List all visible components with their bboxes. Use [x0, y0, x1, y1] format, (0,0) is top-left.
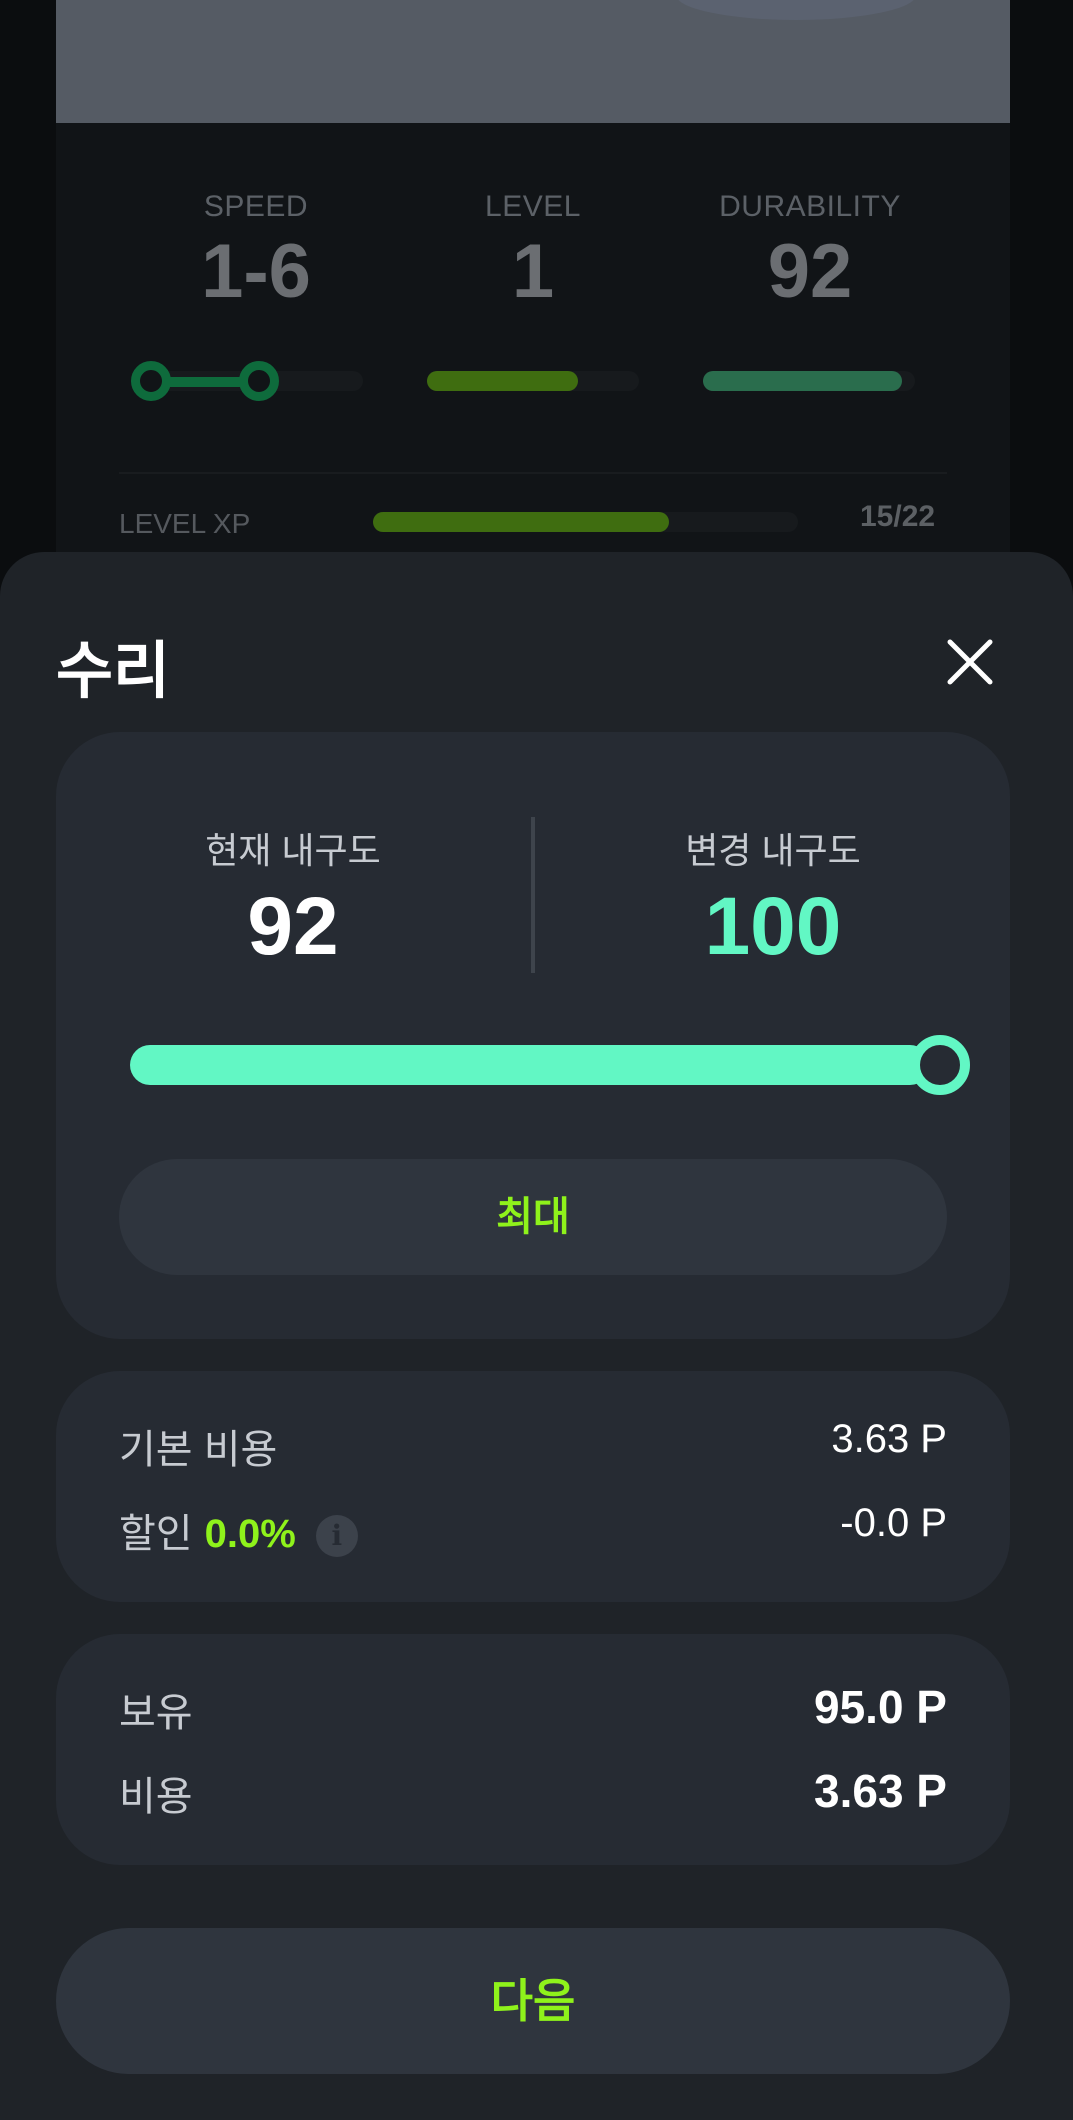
speed-max-knob: [239, 361, 279, 401]
cost-value: 3.63 P: [814, 1765, 947, 1817]
new-durability-value: 100: [704, 881, 842, 972]
stat-durability: DURABILITY 92: [700, 190, 920, 310]
base-cost-label: 기본 비용: [119, 1428, 278, 1472]
level-bar: [427, 371, 639, 391]
info-icon[interactable]: i: [315, 1515, 358, 1558]
max-button[interactable]: 최대: [119, 1159, 947, 1275]
stat-speed-label: SPEED: [203, 190, 309, 223]
current-durability-value: 92: [247, 881, 339, 972]
stat-durability-label: DURABILITY: [719, 190, 901, 223]
stat-level: LEVEL 1: [423, 190, 643, 310]
balance-panel: 보유 95.0 P 비용 3.63 P: [56, 1634, 1010, 1865]
owned-label: 보유: [119, 1691, 193, 1735]
new-durability: 변경 내구도 100: [623, 822, 923, 968]
cost-panel: 기본 비용 3.63 P 할인 0.0% i -0.0 P: [56, 1371, 1010, 1602]
durability-divider: [531, 817, 535, 973]
background-page: SPEED 1-6 LEVEL 1 DURABILITY 92 LEVEL XP…: [0, 0, 1073, 600]
current-durability-label: 현재 내구도: [205, 830, 381, 871]
discount-value: -0.0 P: [840, 1501, 947, 1545]
base-cost-row: 기본 비용 3.63 P: [119, 1417, 947, 1472]
discount-row: 할인 0.0% i -0.0 P: [119, 1501, 947, 1558]
divider: [119, 472, 947, 474]
close-button[interactable]: [940, 632, 1000, 692]
durability-slider-thumb[interactable]: [910, 1035, 970, 1095]
repair-sheet: 수리 현재 내구도 92 변경 내구도 100 최대 기본 비용 3.63 P …: [0, 552, 1073, 2120]
discount-label-group: 할인 0.0% i: [119, 1501, 358, 1559]
cost-label: 비용: [119, 1775, 193, 1819]
stat-speed-value: 1-6: [201, 229, 311, 314]
level-xp-bar-fill: [373, 512, 669, 532]
durability-bar: [703, 371, 915, 391]
owned-value: 95.0 P: [814, 1681, 947, 1733]
speed-min-knob: [131, 361, 171, 401]
speed-range-bar: [131, 361, 363, 401]
level-xp-value: 15/22: [860, 500, 936, 533]
new-durability-label: 변경 내구도: [685, 830, 861, 871]
durability-panel: 현재 내구도 92 변경 내구도 100 최대: [56, 732, 1010, 1339]
next-button[interactable]: 다음: [56, 1928, 1010, 2074]
durability-bar-fill: [703, 371, 902, 391]
level-xp-bar: [373, 512, 798, 532]
close-icon: [947, 639, 993, 685]
discount-percent: 0.0%: [204, 1512, 296, 1556]
stat-level-value: 1: [511, 229, 555, 314]
discount-label: 할인: [119, 1512, 193, 1556]
stat-speed: SPEED 1-6: [146, 190, 366, 310]
owned-row: 보유 95.0 P: [119, 1680, 947, 1735]
level-xp-label: LEVEL XP: [119, 508, 251, 539]
base-cost-value: 3.63 P: [831, 1417, 947, 1461]
stat-durability-value: 92: [767, 229, 853, 314]
stat-level-label: LEVEL: [485, 190, 581, 223]
item-image: [56, 0, 1010, 123]
durability-slider[interactable]: [130, 1045, 930, 1085]
current-durability: 현재 내구도 92: [143, 822, 443, 968]
sheet-title: 수리: [56, 637, 171, 706]
cost-row: 비용 3.63 P: [119, 1764, 947, 1819]
level-bar-fill: [427, 371, 578, 391]
